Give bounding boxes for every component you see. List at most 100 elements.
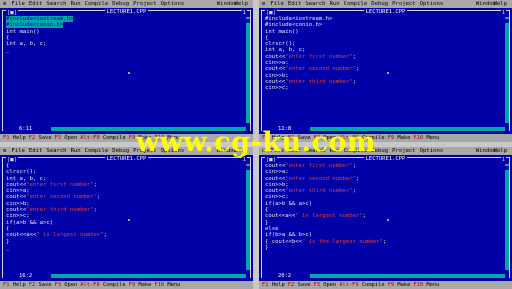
menu-item-debug[interactable]: Debug [112,0,129,8]
status-shortcut[interactable]: F10 Menu [154,135,180,141]
status-shortcut[interactable]: F10 Menu [154,282,180,288]
menu-item-search[interactable]: Search [46,147,66,155]
shortcut-key: F10 [413,135,424,141]
status-shortcut[interactable]: Alt-F9 Compile [80,135,125,141]
shortcut-key: F10 [413,282,424,288]
menu-item-file[interactable]: File [11,147,24,155]
horizontal-scrollbar[interactable] [51,127,246,131]
menu-item-file[interactable]: File [270,0,283,8]
code-area[interactable]: {clrscr(); int a, b, c; cout<<"enter first… [6,163,242,251]
scroll-thumb[interactable] [246,166,250,170]
system-menu-icon[interactable]: ≡ [3,0,6,8]
menu-item-options[interactable]: Options [420,147,444,155]
shortcut-key: F9 [128,135,136,141]
status-shortcut[interactable]: F2 Save [288,282,311,288]
status-shortcut[interactable]: F1 Help [262,135,285,141]
quadrant-bottom-right: ≡ File Edit Search Run Compile Debug Project Opt… [259,147,512,289]
menu-item-project[interactable]: Project [133,147,157,155]
status-shortcut[interactable]: F1 Help [262,282,285,288]
status-shortcut[interactable]: F9 Make [129,135,152,141]
menu-item-run[interactable]: Run [330,147,340,155]
code-text: int a, b, c; [265,47,306,54]
screen: ≡ File Edit Search Run Compile Debug Project Opt… [0,0,512,289]
menu-item-compile[interactable]: Compile [85,147,109,155]
window-number: 1 [500,157,506,164]
menu-item-compile[interactable]: Compile [344,0,368,8]
menu-item-debug[interactable]: Debug [112,147,129,155]
status-shortcut[interactable]: F9 Make [129,282,152,288]
menu-item-project[interactable]: Project [392,0,416,8]
editor-frame: [■] LECTURE1.CPP 1 #include<iostream.h> #inc… [261,9,510,133]
menu-item-file[interactable]: File [270,147,283,155]
menu-item-options[interactable]: Options [420,0,444,8]
menu-item-help[interactable]: Help [235,0,248,8]
menu-item-run[interactable]: Run [71,147,81,155]
menu-item-edit[interactable]: Edit [288,147,301,155]
vertical-scrollbar[interactable] [505,164,509,270]
code-text: } [6,238,10,245]
status-shortcut[interactable]: F10 Menu [413,282,439,288]
status-shortcut[interactable]: Alt-F9 Compile [339,135,384,141]
status-shortcut[interactable]: F2 Save [29,282,52,288]
menu-item-project[interactable]: Project [392,147,416,155]
menu-item-edit[interactable]: Edit [29,147,42,155]
menu-item-project[interactable]: Project [133,0,157,8]
status-shortcut[interactable]: F1 Help [3,282,26,288]
code-area[interactable]: #include<iostream.h> #include<conio.h> int… [6,16,242,54]
menu-item-edit[interactable]: Edit [288,0,301,8]
editor-window: [■] LECTURE1.CPP 1 #include<iostream.h> #inc… [259,8,512,134]
mouse-cursor [128,72,130,74]
menu-item-options[interactable]: Options [161,0,185,8]
menu-item-search[interactable]: Search [305,147,325,155]
status-shortcut[interactable]: F9 Make [388,135,411,141]
menu-item-run[interactable]: Run [71,0,81,8]
menu-item-run[interactable]: Run [330,0,340,8]
status-shortcut[interactable]: F1 Help [3,135,26,141]
quadrant-top-right: ≡ File Edit Search Run Compile Debug Project Opt… [259,0,512,142]
menu-item-edit[interactable]: Edit [29,0,42,8]
shortcut-key: F1 [3,282,10,288]
menu-item-search[interactable]: Search [46,0,66,8]
code-area[interactable]: #include<iostream.h> #include<conio.h> int… [265,16,501,92]
menu-item-compile[interactable]: Compile [344,147,368,155]
shortcut-key: F1 [262,282,269,288]
system-menu-icon[interactable]: ≡ [262,0,265,8]
code-line: _ [6,245,242,251]
menu-item-help[interactable]: Help [494,147,507,155]
status-shortcut[interactable]: F3 Open [313,135,336,141]
menu-item-debug[interactable]: Debug [371,0,388,8]
menu-item-file[interactable]: File [11,0,24,8]
shortcut-label: Make [138,282,152,288]
vertical-scrollbar[interactable] [246,164,250,270]
status-shortcut[interactable]: F3 Open [54,282,77,288]
status-shortcut[interactable]: Alt-F9 Compile [80,282,125,288]
code-area[interactable]: cout<<"enter first number"; cin>>a; cout<<… [265,163,501,251]
shortcut-key: F3 [54,135,61,141]
menu-item-options[interactable]: Options [161,147,185,155]
editor-window: [■] LECTURE1.CPP 1 cout<<"enter first numbe… [259,155,512,281]
scroll-thumb[interactable] [505,19,509,23]
cursor-position: 16:2 [17,273,35,280]
scroll-thumb[interactable] [505,166,509,170]
status-shortcut[interactable]: F3 Open [313,282,336,288]
status-shortcut[interactable]: F9 Make [388,282,411,288]
horizontal-scrollbar[interactable] [51,274,246,278]
menu-item-compile[interactable]: Compile [85,0,109,8]
menu-item-search[interactable]: Search [305,0,325,8]
vertical-scrollbar[interactable] [246,17,250,123]
status-shortcut[interactable]: Alt-F9 Compile [339,282,384,288]
system-menu-icon[interactable]: ≡ [262,147,265,155]
menu-item-help[interactable]: Help [235,147,248,155]
status-shortcut[interactable]: F10 Menu [413,135,439,141]
horizontal-scrollbar[interactable] [310,127,505,131]
system-menu-icon[interactable]: ≡ [3,147,6,155]
menu-item-debug[interactable]: Debug [371,147,388,155]
horizontal-scrollbar[interactable] [310,274,505,278]
scroll-thumb[interactable] [246,19,250,23]
vertical-scrollbar[interactable] [505,17,509,123]
menu-item-help[interactable]: Help [494,0,507,8]
status-shortcut[interactable]: F3 Open [54,135,77,141]
shortcut-key: F3 [54,282,61,288]
status-shortcut[interactable]: F2 Save [288,135,311,141]
status-shortcut[interactable]: F2 Save [29,135,52,141]
